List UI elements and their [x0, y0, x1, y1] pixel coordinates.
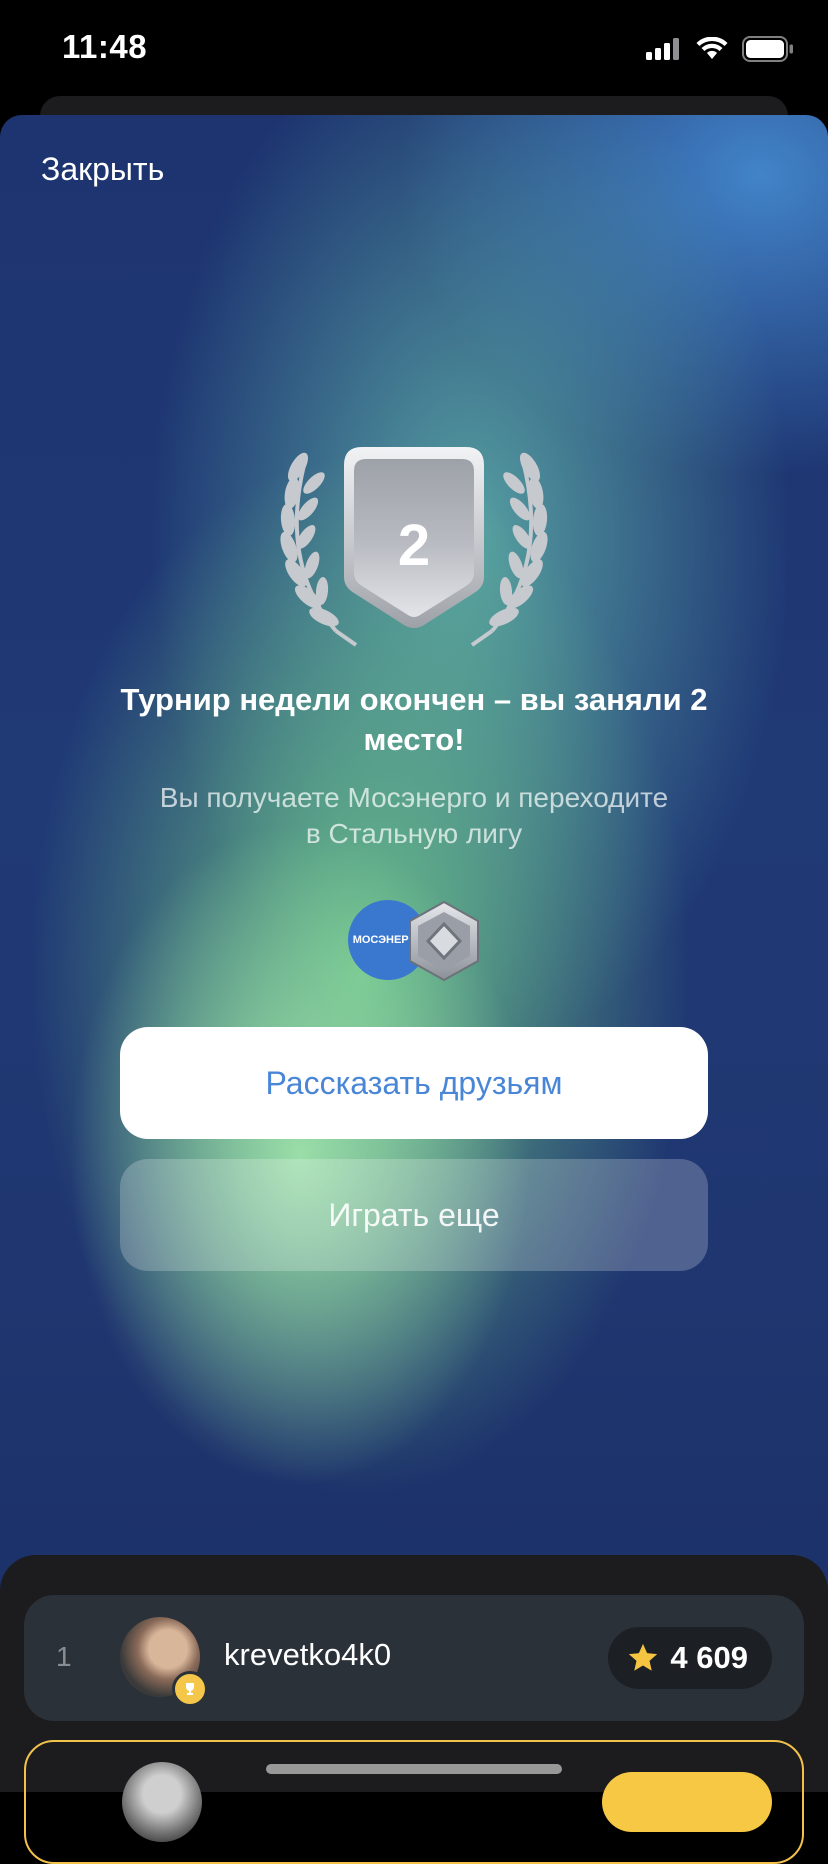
share-with-friends-button[interactable]: Рассказать друзьям [120, 1027, 708, 1139]
leaderboard-row[interactable]: 1 krevetko4k0 4 609 [24, 1595, 804, 1721]
star-icon [629, 1643, 658, 1671]
status-time: 11:48 [62, 28, 148, 65]
leaderboard-row-current-user[interactable] [24, 1740, 804, 1864]
close-button[interactable]: Закрыть [41, 151, 164, 188]
result-subtitle: Вы получаете Мосэнерго и переходите в Ст… [159, 782, 669, 849]
status-icons [646, 36, 794, 62]
score-badge: 4 609 [608, 1627, 772, 1689]
leaderboard-username: krevetko4k0 [224, 1637, 392, 1672]
status-bar: 11:48 [0, 0, 828, 100]
reward-icons: МОСЭНЕРГО [348, 900, 480, 982]
tournament-result-sheet: Закрыть 2 Турнир недели окончен – вы зан… [0, 115, 828, 1792]
steel-league-icon [409, 900, 479, 982]
signal-icon [646, 38, 679, 60]
play-again-button[interactable]: Играть еще [120, 1159, 708, 1271]
leaderboard-panel: 1 krevetko4k0 4 609 [0, 1555, 828, 1864]
home-indicator[interactable] [266, 1764, 562, 1774]
place-emblem: 2 [280, 447, 548, 647]
battery-icon [742, 36, 793, 62]
result-headline: Турнир недели окончен – вы заняли 2 мест… [120, 682, 708, 757]
score-badge [602, 1772, 772, 1832]
score-value: 4 609 [670, 1640, 748, 1675]
place-number: 2 [398, 513, 430, 578]
leaderboard-rank: 1 [56, 1641, 72, 1672]
wifi-icon [696, 37, 728, 59]
avatar [122, 1762, 202, 1842]
trophy-badge-icon [172, 1671, 208, 1707]
